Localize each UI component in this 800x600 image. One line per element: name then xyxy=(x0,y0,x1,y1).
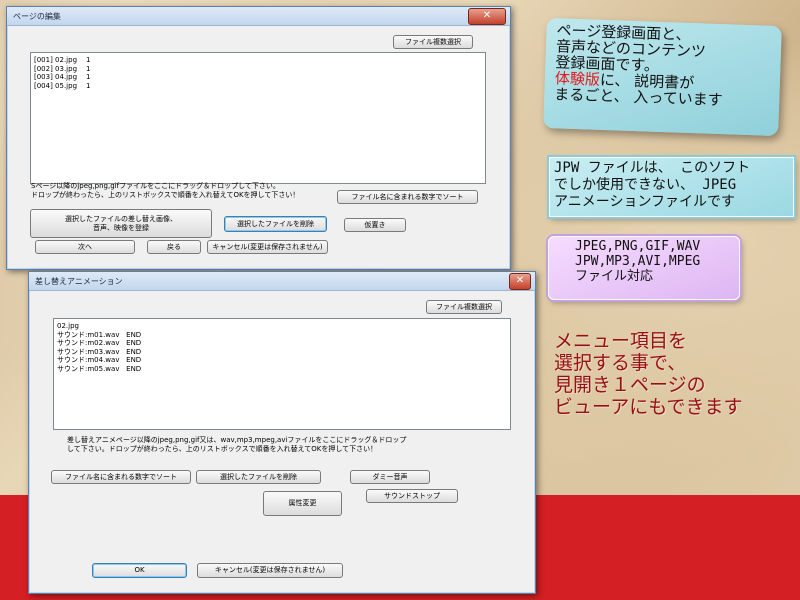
file-multi-select-button[interactable]: ファイル複数選択 xyxy=(426,300,502,314)
note-supported-formats: JPEG,PNG,GIF,WAV JPW,MP3,AVI,MPEG ファイル対応 xyxy=(548,236,740,300)
list-item[interactable]: サウンド:m05.wav END xyxy=(57,365,507,374)
temp-place-button[interactable]: 仮置き xyxy=(344,218,406,232)
note-jpw-format: JPW ファイルは、 このソフト でしか使用できない、 JPEG アニメーション… xyxy=(549,157,794,217)
delete-selected-button[interactable]: 選択したファイルを削除 xyxy=(196,470,321,484)
close-icon: ✕ xyxy=(515,275,525,286)
replacement-animation-window: 差し替えアニメーション ✕ ファイル複数選択 02.jpg サウンド:m01.w… xyxy=(28,271,536,594)
close-button[interactable]: ✕ xyxy=(509,273,531,290)
file-multi-select-button[interactable]: ファイル複数選択 xyxy=(393,35,473,49)
sound-stop-button[interactable]: サウンドストップ xyxy=(366,489,458,503)
next-button[interactable]: 次へ xyxy=(35,240,135,254)
list-item[interactable]: [002] 03.jpg 1 xyxy=(34,65,482,74)
note-registration-screens: ページ登録画面と、 音声などのコンテンツ 登録画面です。 体験版に、 説明書が … xyxy=(543,17,782,137)
attribute-change-button[interactable]: 属性変更 xyxy=(263,491,342,516)
list-item[interactable]: サウンド:m02.wav END xyxy=(57,339,507,348)
list-item[interactable]: [001] 02.jpg 1 xyxy=(34,56,482,65)
list-item[interactable]: [003] 04.jpg 1 xyxy=(34,73,482,82)
sort-by-number-button[interactable]: ファイル名に含まれる数字でソート xyxy=(337,190,478,204)
close-button[interactable]: ✕ xyxy=(468,8,506,25)
delete-selected-button[interactable]: 選択したファイルを削除 xyxy=(224,216,327,232)
close-icon: ✕ xyxy=(482,10,492,21)
list-item[interactable]: 02.jpg xyxy=(57,322,507,331)
window-title: ページの編集 xyxy=(13,12,61,21)
cancel-button[interactable]: キャンセル(変更は保存されません) xyxy=(197,563,343,578)
window-title: 差し替えアニメーション xyxy=(35,277,123,286)
list-item[interactable]: サウンド:m01.wav END xyxy=(57,331,507,340)
list-item[interactable]: [004] 05.jpg 1 xyxy=(34,82,482,91)
back-button[interactable]: 戻る xyxy=(147,240,201,254)
page-list[interactable]: [001] 02.jpg 1 [002] 03.jpg 1 [003] 04.jpg… xyxy=(30,52,486,184)
page-edit-window: ページの編集 ✕ ファイル複数選択 [001] 02.jpg 1 [002] 03… xyxy=(6,6,511,270)
sort-by-number-button[interactable]: ファイル名に含まれる数字でソート xyxy=(51,470,191,484)
dummy-sound-button[interactable]: ダミー音声 xyxy=(350,470,430,484)
register-replacement-button[interactable]: 選択したファイルの差し替え画像、 音声、映像を登録 xyxy=(30,209,212,238)
title-bar: 差し替えアニメーション ✕ xyxy=(29,272,535,291)
drop-instructions: 差し替えアニメページ以降のjpeg,png,gif又は、wav,mp3,mpeg… xyxy=(67,436,407,453)
drop-instructions: Sページ以降のjpeg,png,gifファイルをここにドラッグ＆ドロップして下さ… xyxy=(31,182,300,199)
ok-button[interactable]: OK xyxy=(92,563,187,578)
list-item[interactable]: サウンド:m04.wav END xyxy=(57,356,507,365)
list-item[interactable]: サウンド:m03.wav END xyxy=(57,348,507,357)
cancel-button[interactable]: キャンセル(変更は保存されません) xyxy=(207,240,328,254)
note-viewer-mode: メニュー項目を 選択する事で、 見開き１ページの ビューアにもできます xyxy=(554,330,743,418)
animation-list[interactable]: 02.jpg サウンド:m01.wav END サウンド:m02.wav END… xyxy=(53,318,511,430)
title-bar: ページの編集 ✕ xyxy=(7,7,510,26)
